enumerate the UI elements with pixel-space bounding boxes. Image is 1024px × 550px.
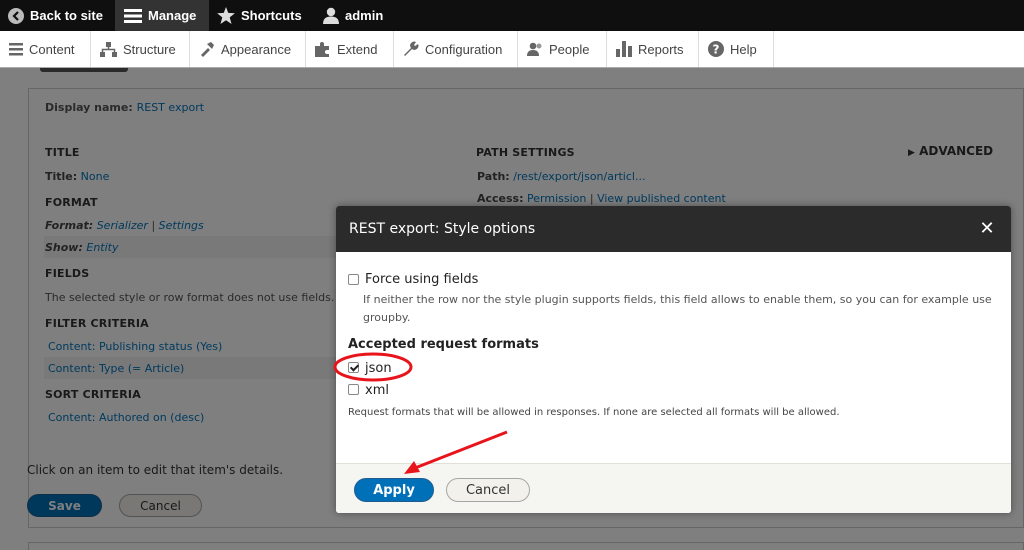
admin-toolbar: Back to site Manage Shortcuts admin xyxy=(0,0,1024,31)
dialog-title: REST export: Style options xyxy=(349,221,536,237)
manage-tray: Content Structure Appearance Extend Conf… xyxy=(0,31,1024,68)
tray-item-extend[interactable]: Extend xyxy=(306,31,394,67)
structure-icon xyxy=(100,41,117,57)
tray-label: Help xyxy=(730,41,757,57)
user-icon xyxy=(323,7,339,24)
json-checkbox[interactable] xyxy=(348,362,359,373)
force-fields-description: If neither the row nor the style plugin … xyxy=(363,293,992,324)
tray-label: Content xyxy=(29,41,75,57)
tray-label: Extend xyxy=(337,41,378,57)
cancel-button[interactable]: Cancel xyxy=(446,478,530,502)
style-options-dialog: REST export: Style options ✕ Force using… xyxy=(336,206,1011,513)
reports-icon xyxy=(616,41,632,57)
tray-item-structure[interactable]: Structure xyxy=(91,31,190,67)
xml-checkbox[interactable] xyxy=(348,384,359,395)
formats-heading: Accepted request formats xyxy=(348,337,539,352)
force-fields-label: Force using fields xyxy=(365,272,479,287)
tray-item-content[interactable]: Content xyxy=(0,31,91,67)
extend-icon xyxy=(315,42,329,57)
people-icon xyxy=(527,42,542,56)
tray-item-configuration[interactable]: Configuration xyxy=(394,31,518,67)
tray-label: Structure xyxy=(123,41,176,57)
tray-item-help[interactable]: ? Help xyxy=(699,31,774,67)
manage-tab[interactable]: Manage xyxy=(115,0,209,31)
appearance-icon xyxy=(201,42,214,57)
tray-label: Configuration xyxy=(425,41,503,57)
json-label: json xyxy=(365,361,392,376)
shortcuts-tab[interactable]: Shortcuts xyxy=(217,0,302,31)
close-icon[interactable]: ✕ xyxy=(977,218,997,239)
dialog-footer: Apply Cancel xyxy=(336,463,1011,513)
back-to-site-link[interactable]: Back to site xyxy=(8,0,103,31)
shortcuts-label: Shortcuts xyxy=(241,8,302,23)
tray-item-appearance[interactable]: Appearance xyxy=(190,31,306,67)
force-fields-checkbox[interactable] xyxy=(348,274,359,285)
tray-label: Reports xyxy=(638,41,684,57)
tray-item-people[interactable]: People xyxy=(518,31,607,67)
help-icon: ? xyxy=(708,41,724,57)
hamburger-icon xyxy=(124,8,142,23)
svg-text:?: ? xyxy=(713,43,720,57)
tray-label: People xyxy=(549,41,590,57)
formats-description: Request formats that will be allowed in … xyxy=(348,407,840,418)
tray-item-reports[interactable]: Reports xyxy=(607,31,699,67)
dialog-header: REST export: Style options ✕ xyxy=(336,206,1011,252)
user-tab[interactable]: admin xyxy=(323,0,383,31)
xml-label: xml xyxy=(365,383,389,398)
apply-button[interactable]: Apply xyxy=(354,478,434,502)
back-to-site-label: Back to site xyxy=(30,8,103,23)
wrench-icon xyxy=(404,41,419,56)
back-arrow-icon xyxy=(8,7,24,24)
tray-label: Appearance xyxy=(221,41,292,57)
manage-label: Manage xyxy=(148,8,197,23)
content-icon xyxy=(9,42,23,55)
user-label: admin xyxy=(345,8,384,23)
star-icon xyxy=(217,7,235,24)
